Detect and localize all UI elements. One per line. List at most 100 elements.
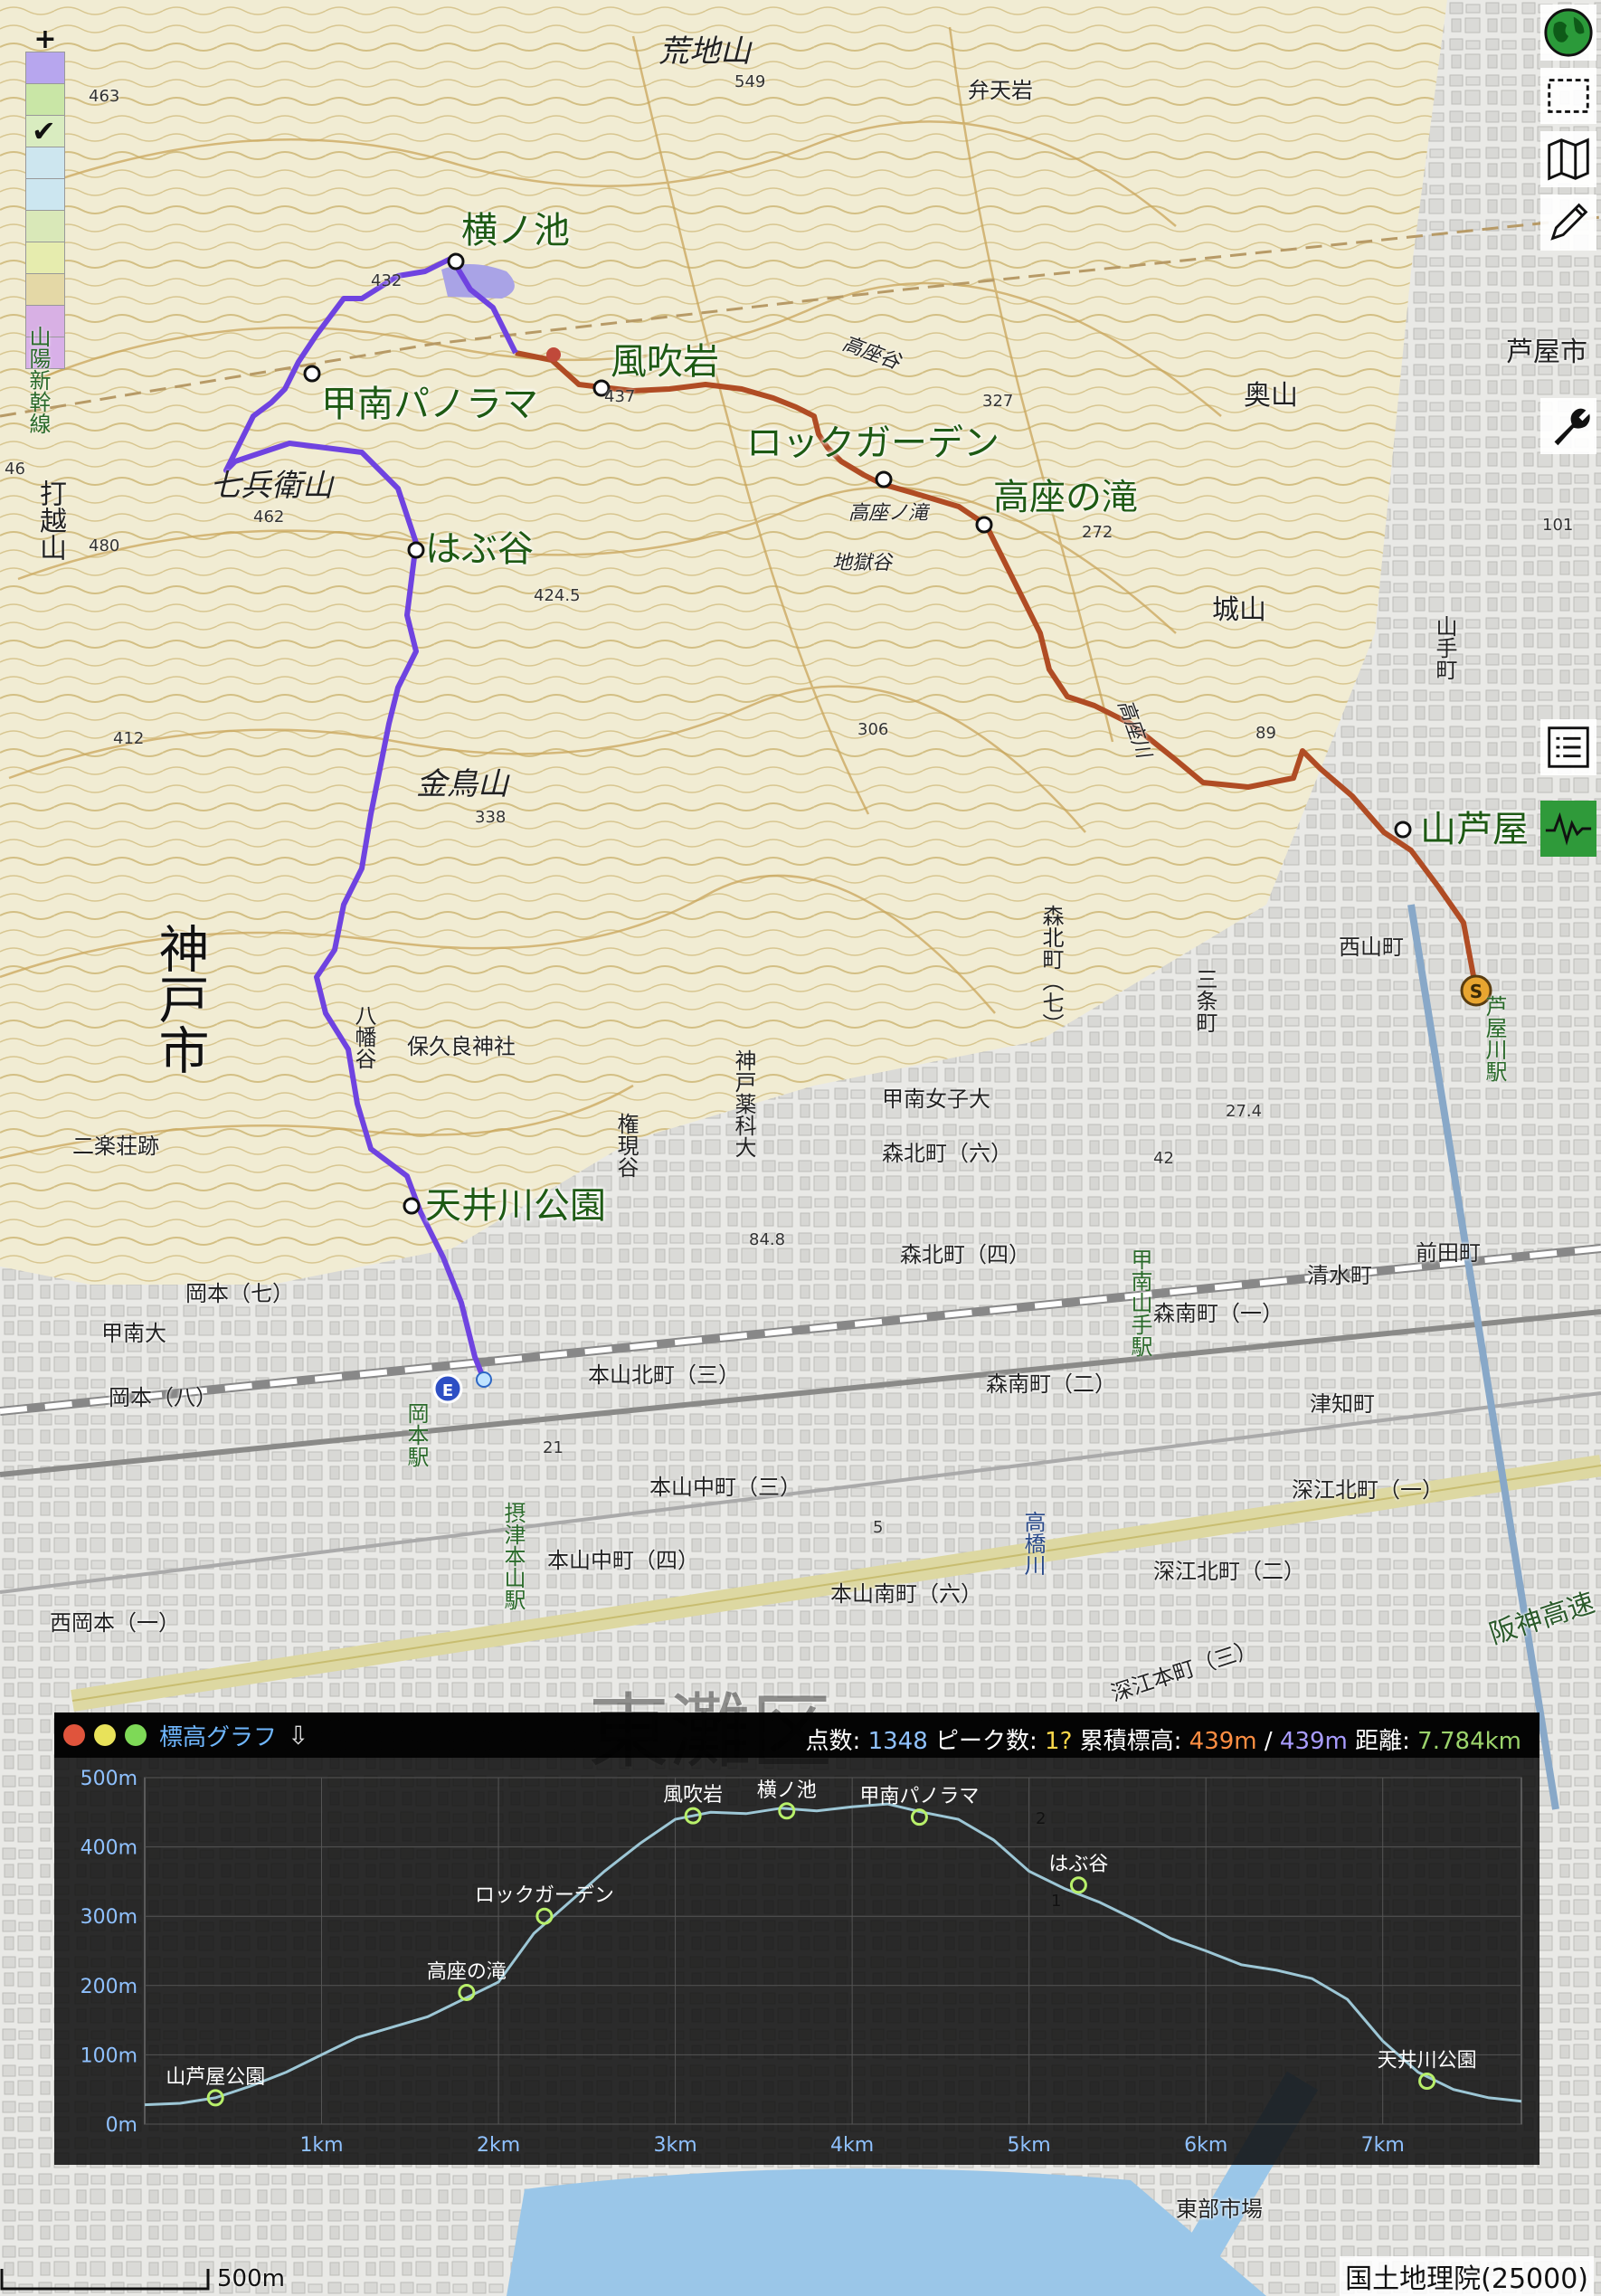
layer-swatch-checked[interactable]: [25, 114, 65, 148]
label-okuyama: 奥山: [1244, 380, 1298, 412]
label-shinkansen: 山陽新幹線: [25, 326, 51, 434]
label-ashiya: 山芦屋: [1420, 809, 1529, 850]
globe-button[interactable]: [1540, 5, 1596, 61]
label-morominami2: 森南町（二）: [986, 1371, 1116, 1397]
label-hokurajinja: 保久良神社: [407, 1034, 516, 1059]
label-fukiiwa: 風吹岩: [611, 341, 719, 383]
label-tobu: 東部市場: [1176, 2196, 1263, 2222]
elevation-graph-button[interactable]: [1540, 801, 1596, 857]
peaks-label: ピーク数:: [935, 1728, 1037, 1755]
label-morominami1: 森南町（一）: [1153, 1301, 1284, 1326]
label-koshikiyama: 打越山: [34, 479, 66, 561]
maximize-dot[interactable]: [125, 1724, 147, 1746]
label-takazanotaki-small: 高座ノ滝: [848, 502, 929, 525]
waypoint-amaigawa[interactable]: [403, 1197, 421, 1215]
graph-stats: 点数: 1348 ピーク数: 1? 累積標高: 439m / 439m 距離: …: [806, 1722, 1521, 1756]
x-tick-label: 2km: [477, 2134, 520, 2157]
label-tsuchi: 津知町: [1310, 1391, 1375, 1417]
y-tick-label: 300m: [81, 1906, 137, 1929]
minimize-dot[interactable]: [94, 1724, 116, 1746]
label-rock-garden: ロックガーデン: [746, 422, 999, 464]
x-tick-label: 5km: [1008, 2134, 1051, 2157]
label-kobe: 神戸市: [150, 923, 209, 1075]
zoom-in-button[interactable]: +: [25, 26, 65, 53]
x-tick-label: 4km: [830, 2134, 874, 2157]
list-button[interactable]: [1540, 719, 1596, 775]
elevation-chart[interactable]: 0m 100m 200m 300m 400m 500m 1km 2km 3km 4km 5km 6km…: [54, 1758, 1539, 2165]
layer-swatch[interactable]: [25, 83, 65, 116]
elevation-icon: [1545, 811, 1592, 846]
graph-marker-label: 横ノ池: [757, 1779, 817, 1802]
distance-value: 7.784km: [1417, 1728, 1521, 1755]
plot-frame: [144, 1777, 1522, 2125]
waypoint-takaza-falls[interactable]: [975, 516, 993, 534]
y-tick-label: 200m: [81, 1976, 137, 1998]
cloud-download-icon[interactable]: ⇩: [288, 1721, 308, 1750]
elevation-line: [144, 1802, 1522, 2107]
label-morikita6: 森北町（六）: [882, 1141, 1012, 1166]
label-ashiyagawa-st: 芦屋川駅: [1482, 995, 1507, 1082]
label-ashiya-city: 芦屋市: [1506, 337, 1587, 368]
y-tick-label: 500m: [81, 1768, 137, 1790]
x-tick-label: 3km: [654, 2134, 697, 2157]
elev-21: 21: [543, 1438, 564, 1457]
scale-label: 500m: [217, 2265, 285, 2292]
waypoint-konan-panorama[interactable]: [303, 365, 321, 383]
elevation-graph-panel[interactable]: 標高グラフ ⇩ 点数: 1348 ピーク数: 1? 累積標高: 439m / 4…: [54, 1713, 1539, 2165]
y-tick-label: 400m: [81, 1837, 137, 1860]
map-icon: [1548, 138, 1589, 181]
label-motoyama-naka4: 本山中町（四）: [547, 1548, 699, 1573]
label-morikita4: 森北町（四）: [900, 1242, 1030, 1267]
layer-swatch[interactable]: [25, 210, 65, 242]
y-tick-label: 0m: [106, 2114, 137, 2137]
settings-button[interactable]: [1540, 398, 1596, 454]
layer-panel[interactable]: +: [25, 26, 65, 369]
label-bentenwa: 弁天岩: [968, 78, 1033, 103]
gain-label: 累積標高:: [1079, 1728, 1182, 1755]
label-fukae-kita2: 深江北町（二）: [1153, 1559, 1305, 1584]
graph-header: 標高グラフ ⇩ 点数: 1348 ピーク数: 1? 累積標高: 439m / 4…: [54, 1713, 1539, 1758]
globe-icon: [1544, 8, 1593, 57]
label-konan-joshi: 甲南女子大: [882, 1086, 990, 1112]
waypoint-rock-garden[interactable]: [875, 470, 893, 489]
map-button[interactable]: [1540, 131, 1596, 187]
close-dot[interactable]: [63, 1724, 85, 1746]
label-maeda: 前田町: [1416, 1240, 1481, 1266]
label-morikita7: 森北町（七）: [1038, 905, 1064, 1035]
x-tick-label: 6km: [1184, 2134, 1227, 2157]
gain-up-value: 439m: [1189, 1728, 1257, 1755]
elev-412: 412: [113, 729, 145, 748]
graph-marker-label: 高座の滝: [427, 1960, 507, 1983]
elev-84-8: 84.8: [749, 1230, 786, 1249]
label-kobe-yakka: 神戸薬科大: [731, 1049, 756, 1158]
label-motoyama-kita3: 本山北町（三）: [588, 1362, 740, 1388]
layer-swatch[interactable]: [25, 242, 65, 274]
layer-swatch[interactable]: [25, 178, 65, 211]
label-niraku: 二楽荘跡: [72, 1134, 159, 1159]
wrench-icon: [1554, 408, 1590, 446]
label-nishiyama: 西山町: [1339, 935, 1404, 960]
peaks-value: 1?: [1045, 1728, 1073, 1755]
elev-5: 5: [873, 1518, 884, 1537]
elev-480: 480: [89, 536, 120, 555]
layer-swatch[interactable]: [25, 273, 65, 306]
label-motoyama-naka3: 本山中町（三）: [649, 1475, 801, 1500]
select-rect-button[interactable]: [1540, 68, 1596, 124]
label-takaza-falls: 高座の滝: [993, 477, 1138, 518]
svg-text:E: E: [442, 1381, 453, 1400]
label-motoyama-minami6: 本山南町（六）: [830, 1581, 982, 1607]
label-nishiokamoto: 西岡本（一）: [50, 1610, 180, 1636]
waypoint-ashiya[interactable]: [1394, 821, 1412, 839]
waypoint-yokonoike[interactable]: [447, 252, 465, 270]
elev-27-4: 27.4: [1226, 1102, 1263, 1121]
elev-432: 432: [371, 271, 403, 290]
pencil-button[interactable]: [1540, 194, 1596, 251]
list-icon: [1548, 726, 1589, 768]
layer-swatch[interactable]: [25, 52, 65, 84]
x-tick-label: 1km: [299, 2134, 343, 2157]
elev-42: 42: [1153, 1149, 1174, 1168]
layer-swatch[interactable]: [25, 147, 65, 179]
elev-327: 327: [982, 392, 1014, 411]
waypoint-habudani[interactable]: [407, 541, 425, 559]
graph-marker-label: 風吹岩: [663, 1784, 723, 1807]
